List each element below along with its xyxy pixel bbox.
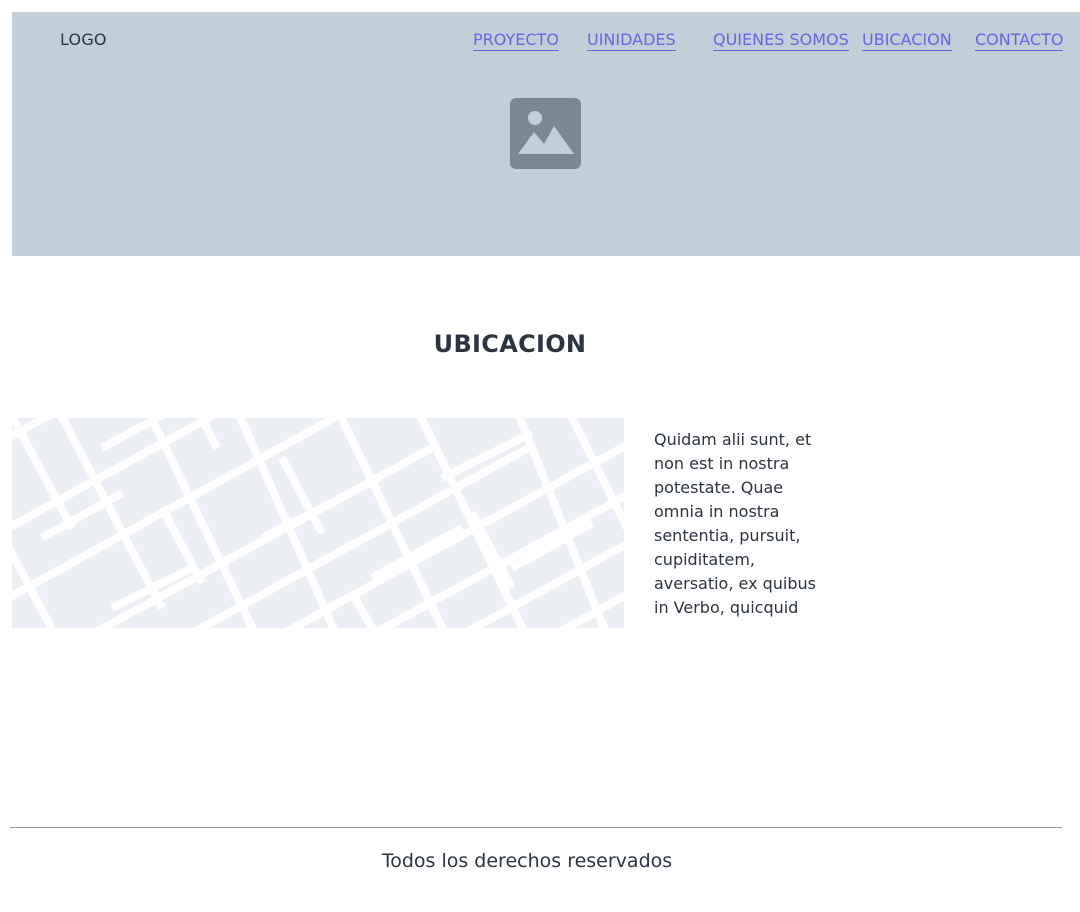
logo[interactable]: LOGO [60, 30, 107, 49]
footer-divider [10, 827, 1062, 828]
hero-header: LOGO PROYECTO UINIDADES QUIENES SOMOS UB… [12, 12, 1080, 256]
nav-link-ubicacion[interactable]: UBICACION [862, 30, 952, 51]
nav-link-contacto[interactable]: CONTACTO [975, 30, 1064, 51]
nav-link-proyecto[interactable]: PROYECTO [473, 30, 559, 51]
page: LOGO PROYECTO UINIDADES QUIENES SOMOS UB… [0, 0, 1080, 912]
nav-link-unidades[interactable]: UINIDADES [587, 30, 676, 51]
map-placeholder[interactable] [12, 418, 624, 628]
nav-link-quienes-somos[interactable]: QUIENES SOMOS [713, 30, 849, 51]
location-description: Quidam alii sunt, et non est in nostra p… [654, 430, 817, 617]
image-placeholder-icon [510, 98, 581, 169]
section-title: UBICACION [433, 330, 587, 358]
footer-copyright: Todos los derechos reservados [381, 850, 673, 872]
map-streets-graphic [12, 418, 624, 628]
